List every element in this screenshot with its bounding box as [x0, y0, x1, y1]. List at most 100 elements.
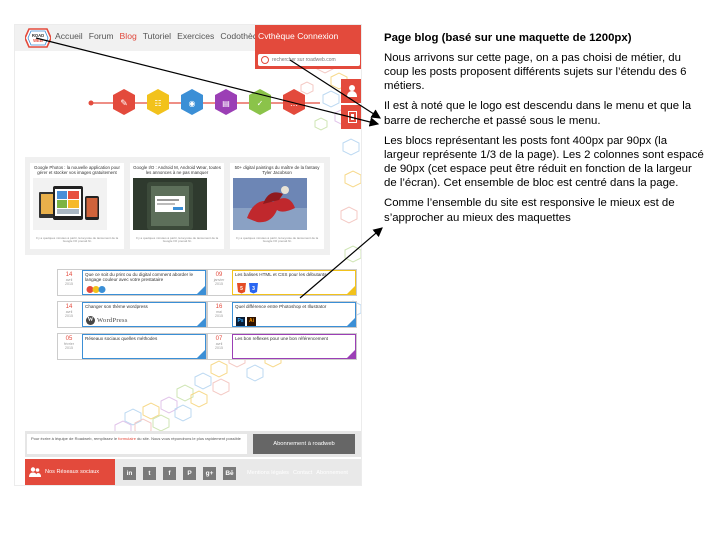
nav-item-tutoriel[interactable]: Tutoriel [143, 31, 171, 41]
svg-text:WEB: WEB [33, 38, 43, 43]
decorative-hexagons: ✎ ☷ ◉ ▤ ✓ … [88, 56, 361, 438]
main-nav: ROAD WEB Accueil Forum Blog Tutoriel Exe… [15, 25, 361, 51]
post-excerpt: Il y a quelques minutes à partir, la key… [135, 236, 219, 244]
post-excerpt: Il y a quelques minutes à partir, la key… [235, 236, 319, 244]
note-paragraph: Les blocs représentant les posts font 40… [384, 134, 704, 190]
card-body: Quel différence entre Photoshop et Illus… [232, 302, 356, 327]
blog-card[interactable]: 05 février 2015 Réseaux sociaux quelles … [57, 333, 207, 360]
person-icon [347, 85, 357, 97]
svg-text:☷: ☷ [154, 99, 161, 108]
card-body: Que ce soit du print ou du digital comme… [82, 270, 206, 295]
cv-button[interactable] [341, 105, 361, 129]
card-body: Changer son thème wordpress W WordPress [82, 302, 206, 327]
card-year: 2015 [215, 314, 223, 318]
card-body: Les balises HTML et CSS pour les débutan… [232, 270, 356, 295]
pinterest-icon[interactable]: P [183, 467, 196, 480]
photoshop-icon: Ps [236, 317, 245, 326]
blog-card[interactable]: 16 mai 2015 Quel différence entre Photos… [207, 301, 357, 328]
nav-item-cvtheque[interactable]: Cvthèque [258, 31, 295, 41]
html-css-icons: 5 3 [237, 283, 258, 294]
nav-right-group: Cvthèque Connexion [255, 25, 361, 51]
card-corner [347, 286, 355, 294]
account-button[interactable] [341, 79, 361, 103]
nav-item-exercices[interactable]: Exercices [177, 31, 214, 41]
svg-text:3: 3 [252, 286, 255, 292]
nav-item-accueil[interactable]: Accueil [55, 31, 83, 41]
nav-menu: Accueil Forum Blog Tutoriel Exercices Co… [55, 31, 267, 41]
facebook-icon[interactable]: f [163, 467, 176, 480]
linkedin-icon[interactable]: in [123, 467, 136, 480]
footer-link-mentions[interactable]: Mentions légales [247, 470, 289, 476]
googleplus-icon[interactable]: g+ [203, 467, 216, 480]
card-title: Changer son thème wordpress [85, 304, 148, 309]
card-date: 14 avril 2015 [58, 302, 80, 327]
blog-card[interactable]: 14 avril 2015 Changer son thème wordpres… [57, 301, 207, 328]
note-paragraph: Nous arrivons sur cette page, on a pas c… [384, 51, 687, 93]
contact-text: Pour écrire à léquipe de Roadweb, rempli… [27, 434, 247, 454]
blog-card[interactable]: 14 avril 2015 Que ce soit du print ou du… [57, 269, 207, 296]
contact-form-link[interactable]: formulaire [118, 436, 136, 441]
card-title: Quel différence entre Photoshop et Illus… [235, 304, 327, 309]
card-date: 05 février 2015 [58, 334, 80, 359]
footer-link-abonnement[interactable]: Abonnement [316, 470, 348, 476]
post-image [33, 178, 107, 230]
social-label-block: Nos Réseaux sociaux [25, 459, 115, 485]
document-icon [347, 111, 357, 123]
nav-item-connexion[interactable]: Connexion [297, 31, 338, 41]
svg-text:…: … [290, 99, 298, 108]
card-title: Les bon reflexes pour une bon référencem… [235, 336, 328, 341]
post-image [133, 178, 207, 230]
post-card[interactable]: Google I/O : Android M, Android Wear, to… [130, 163, 224, 249]
svg-text:5: 5 [240, 286, 243, 292]
card-date: 09 janvier 2015 [208, 270, 230, 295]
post-card[interactable]: 50+ digital paintings du maître de la fa… [230, 163, 324, 249]
post-title: 50+ digital paintings du maître de la fa… [234, 165, 320, 175]
card-year: 2015 [215, 282, 223, 286]
card-corner [197, 286, 205, 294]
behance-icon[interactable]: Bē [223, 467, 236, 480]
footer-social: Nos Réseaux sociaux in t f P g+ Bē Menti… [25, 459, 361, 485]
annotation-notes: Page blog (basé sur une maquette de 1200… [384, 31, 704, 231]
card-date: 14 avril 2015 [58, 270, 80, 295]
post-title: Google Photos : la nouvelle application … [34, 165, 120, 175]
nav-item-forum[interactable]: Forum [89, 31, 114, 41]
social-label: Nos Réseaux sociaux [45, 469, 100, 475]
card-body: Réseaux sociaux quelles méthodes [82, 334, 206, 359]
card-body: Les bon reflexes pour une bon référencem… [232, 334, 356, 359]
blog-card[interactable]: 09 janvier 2015 Les balises HTML et CSS … [207, 269, 357, 296]
notes-title: Page blog (basé sur une maquette de 1200… [384, 32, 632, 44]
subscribe-button[interactable]: Abonnement à roadweb [253, 434, 355, 454]
featured-posts: Google Photos : la nouvelle application … [25, 157, 330, 255]
wordpress-logo: W WordPress [86, 316, 128, 325]
contact-text-part: Pour écrire à léquipe de Roadweb, rempli… [31, 436, 119, 441]
people-icon [29, 467, 41, 477]
contact-text-part: du site. Nous vous répondrons le plus ra… [135, 436, 241, 441]
card-corner [347, 350, 355, 358]
post-title: Google I/O : Android M, Android Wear, to… [133, 165, 221, 175]
nav-item-blog[interactable]: Blog [120, 31, 137, 41]
svg-text:✓: ✓ [257, 99, 264, 108]
twitter-icon[interactable]: t [143, 467, 156, 480]
card-date: 07 avril 2015 [208, 334, 230, 359]
card-year: 2015 [215, 346, 223, 350]
search-input[interactable] [272, 55, 352, 65]
footer-link-contact[interactable]: Contact [293, 470, 312, 476]
roadweb-logo[interactable]: ROAD WEB [25, 28, 51, 48]
svg-text:▤: ▤ [222, 99, 230, 108]
card-corner [347, 318, 355, 326]
card-year: 2015 [65, 346, 73, 350]
wordpress-icon: W [86, 316, 95, 325]
blog-card[interactable]: 07 avril 2015 Les bon reflexes pour une … [207, 333, 357, 360]
card-year: 2015 [65, 282, 73, 286]
card-title: Les balises HTML et CSS pour les débutan… [235, 272, 327, 277]
color-circles-icon [86, 286, 106, 293]
svg-text:◉: ◉ [189, 99, 196, 108]
post-excerpt: Il y a quelques minutes à partir, la key… [35, 236, 119, 244]
search-icon[interactable] [261, 56, 269, 64]
wordpress-wordmark: WordPress [97, 317, 128, 324]
adobe-icons: Ps Ai [236, 317, 256, 326]
post-card[interactable]: Google Photos : la nouvelle application … [30, 163, 124, 249]
card-corner [197, 318, 205, 326]
note-paragraph: Il est à noté que le logo est descendu d… [384, 100, 692, 127]
card-title: Que ce soit du print ou du digital comme… [85, 272, 194, 283]
